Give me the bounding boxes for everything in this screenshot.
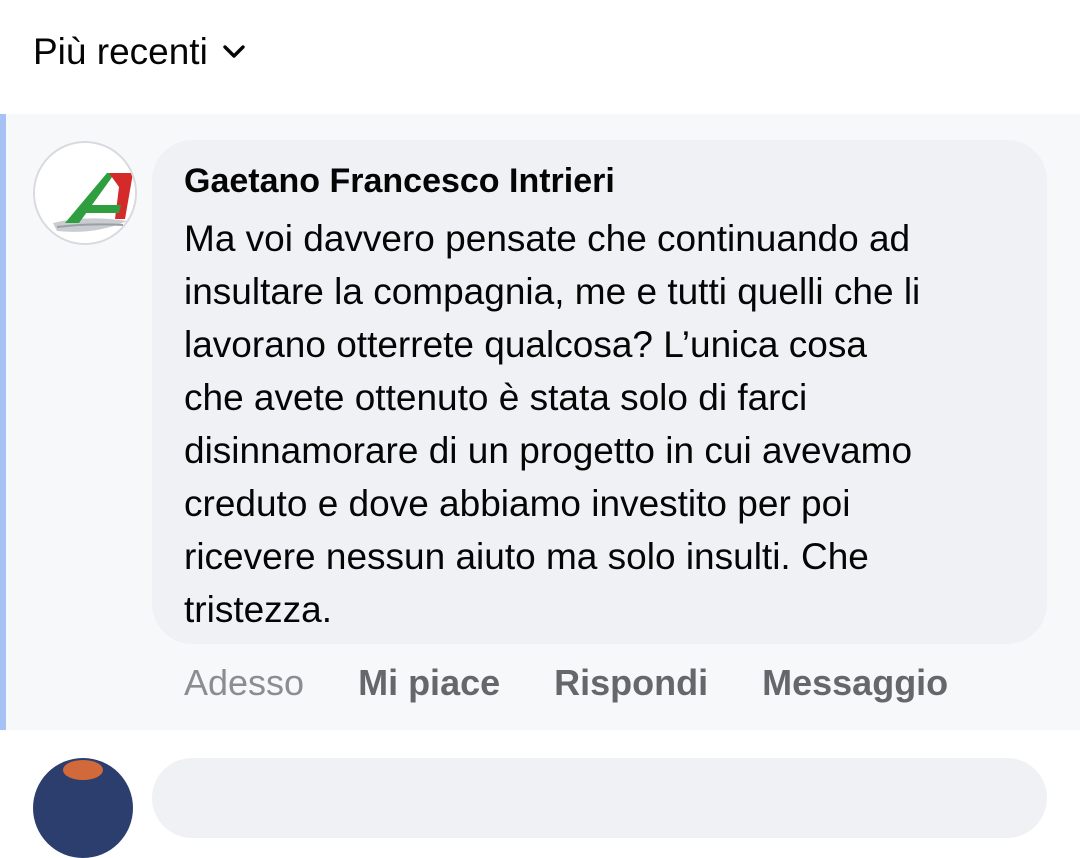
new-comment-indicator (0, 114, 6, 730)
comment-item: Gaetano Francesco Intrieri Ma voi davver… (0, 114, 1080, 730)
message-button[interactable]: Messaggio (762, 661, 948, 705)
chevron-down-icon (223, 45, 245, 58)
next-comment-bubble (152, 758, 1047, 838)
reply-button[interactable]: Rispondi (554, 661, 708, 705)
airline-tail-logo-icon (35, 143, 135, 243)
next-comment-avatar[interactable] (33, 758, 133, 858)
avatar[interactable] (33, 141, 137, 245)
like-button[interactable]: Mi piace (358, 661, 500, 705)
comments-sort-bar: Più recenti (0, 0, 1080, 108)
comment-timestamp: Adesso (184, 662, 305, 703)
sort-dropdown[interactable]: Più recenti (33, 30, 246, 74)
comment-bubble: Gaetano Francesco Intrieri Ma voi davver… (152, 140, 1047, 644)
comment-text: Ma voi davvero pensate che continuando a… (184, 218, 921, 630)
sort-label: Più recenti (33, 31, 208, 72)
comment-actions: Adesso Mi piace Rispondi Messaggio (184, 659, 948, 707)
comment-author[interactable]: Gaetano Francesco Intrieri (184, 160, 615, 202)
